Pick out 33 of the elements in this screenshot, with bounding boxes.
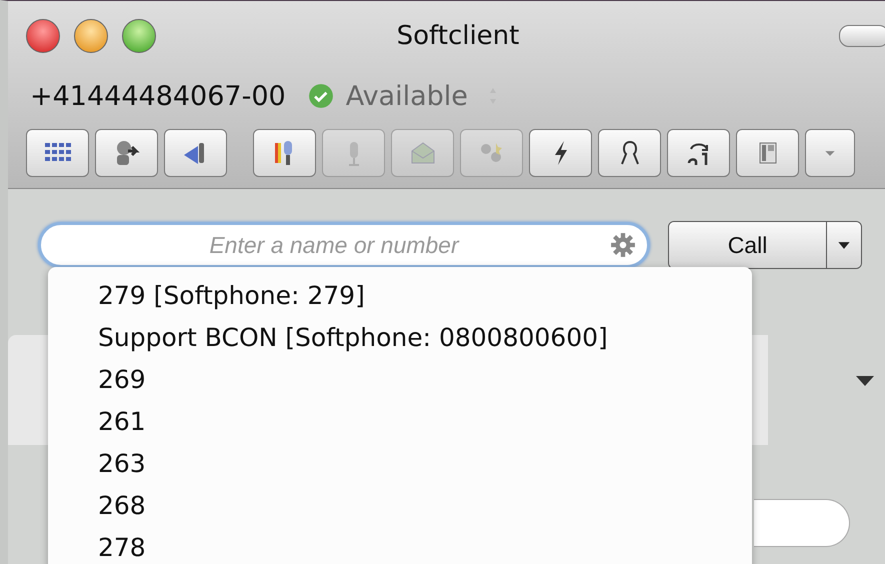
dialpad-button[interactable] <box>26 129 89 177</box>
minimize-button[interactable] <box>74 19 108 53</box>
suggestion-item[interactable]: 278 <box>98 527 752 564</box>
transfer-button[interactable] <box>95 129 158 177</box>
bolt-button[interactable] <box>529 129 592 177</box>
call-button[interactable]: Call <box>669 222 827 268</box>
phone-number: +41444484067-00 <box>30 80 286 112</box>
redial-button[interactable] <box>667 129 730 177</box>
zoom-button[interactable] <box>122 19 156 53</box>
toolbar-toggle-button[interactable] <box>839 25 885 47</box>
forward-button[interactable] <box>164 129 227 177</box>
presence-select[interactable]: Available <box>346 80 468 112</box>
suggestion-item[interactable]: 263 <box>98 443 752 485</box>
suggestion-item[interactable]: Support BCON [Softphone: 0800800600] <box>98 317 752 359</box>
phone-button[interactable] <box>736 129 799 177</box>
more-button[interactable] <box>805 129 855 177</box>
settings-icon[interactable] <box>610 232 636 258</box>
person-button[interactable] <box>598 129 661 177</box>
window-title: Softclient <box>396 21 520 51</box>
caret-icon <box>837 240 851 250</box>
input-field[interactable] <box>754 499 850 547</box>
suggestion-item[interactable]: 261 <box>98 401 752 443</box>
suggestion-item[interactable]: 268 <box>98 485 752 527</box>
search-field[interactable]: Enter a name or number <box>38 222 650 268</box>
caret-icon[interactable] <box>855 375 875 387</box>
microphone-icon <box>348 140 360 166</box>
caret-icon <box>824 150 836 156</box>
close-button[interactable] <box>26 19 60 53</box>
call-menu-button[interactable] <box>827 222 861 268</box>
suggestion-item[interactable]: 269 <box>98 359 752 401</box>
available-check-icon <box>308 83 334 109</box>
mic-color-button[interactable] <box>253 129 316 177</box>
suggestion-item[interactable]: 279 [Softphone: 279] <box>98 275 752 317</box>
